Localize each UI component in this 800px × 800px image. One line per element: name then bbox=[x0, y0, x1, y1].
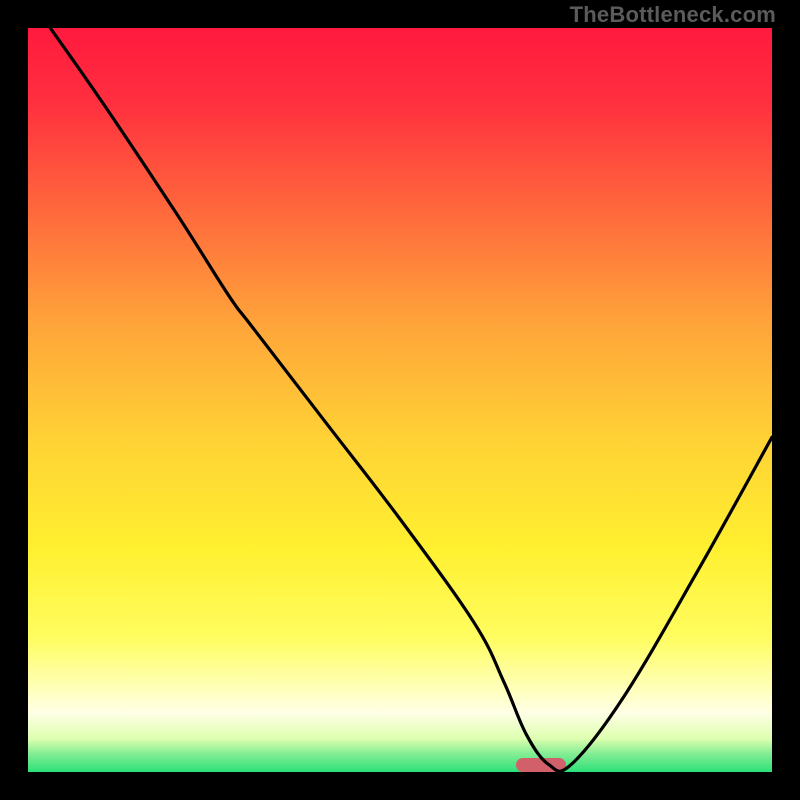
plot-area bbox=[28, 28, 772, 772]
watermark-text: TheBottleneck.com bbox=[570, 2, 776, 28]
chart-frame bbox=[22, 22, 778, 778]
bottleneck-curve bbox=[28, 28, 772, 772]
